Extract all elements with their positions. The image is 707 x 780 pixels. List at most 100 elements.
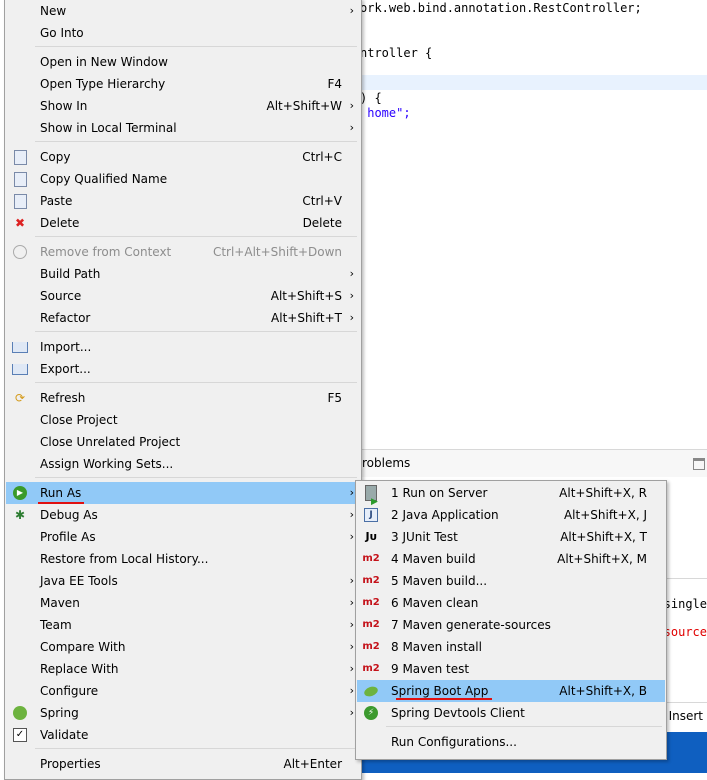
chevron-right-icon: › xyxy=(349,311,354,324)
menu-item-label: Team xyxy=(40,618,72,632)
menu-item-label: Validate xyxy=(40,728,89,742)
spring-icon xyxy=(12,705,28,721)
problems-tab[interactable]: roblems xyxy=(360,449,707,477)
run-as-item-label: 8 Maven install xyxy=(391,640,482,654)
menu-item-label: Build Path xyxy=(40,267,101,281)
menu-item-replace-with[interactable]: Replace With › xyxy=(6,658,360,680)
menu-item-shortcut: Ctrl+V xyxy=(302,194,342,208)
spring-boot-annotation-underline xyxy=(396,698,492,700)
run-as-item-5-maven-build[interactable]: m2 5 Maven build... xyxy=(357,570,665,592)
menu-item-label: Refactor xyxy=(40,311,91,325)
chevron-right-icon: › xyxy=(349,640,354,653)
menu-item-close-unrelated-project[interactable]: Close Unrelated Project xyxy=(6,431,360,453)
menu-item-open-in-new-window[interactable]: Open in New Window xyxy=(6,51,360,73)
validate-icon: ✓ xyxy=(12,727,28,743)
run-as-item-3-junit-test[interactable]: Jᴜ 3 JUnit Test Alt+Shift+X, T xyxy=(357,526,665,548)
export-icon xyxy=(12,361,28,377)
copy-icon xyxy=(12,149,28,165)
run-as-item-4-maven-build[interactable]: m2 4 Maven build Alt+Shift+X, M xyxy=(357,548,665,570)
menu-item-label: Delete xyxy=(40,216,80,230)
run-as-item-6-maven-clean[interactable]: m2 6 Maven clean xyxy=(357,592,665,614)
menu-item-java-ee-tools[interactable]: Java EE Tools › xyxy=(6,570,360,592)
run-as-item-shortcut: Alt+Shift+X, J xyxy=(563,508,647,522)
delete-icon: ✖ xyxy=(14,216,26,230)
menu-item-import[interactable]: Import... xyxy=(6,336,360,358)
run-as-item-2-java-application[interactable]: J 2 Java Application Alt+Shift+X, J xyxy=(357,504,665,526)
menu-item-source[interactable]: Source Alt+Shift+S › xyxy=(6,285,360,307)
java-app-icon: J xyxy=(363,507,379,523)
run-as-item-label: 2 Java Application xyxy=(391,508,499,522)
menu-separator xyxy=(35,477,357,478)
run-as-item-label: 7 Maven generate-sources xyxy=(391,618,551,632)
menu-separator xyxy=(35,141,357,142)
menu-item-shortcut: F4 xyxy=(327,77,342,91)
spring-devtools-icon: ⚡ xyxy=(363,705,379,721)
menu-item-maven[interactable]: Maven › xyxy=(6,592,360,614)
menu-item-label: Copy xyxy=(40,150,71,164)
menu-item-run-as[interactable]: ▶ Run As › xyxy=(6,482,360,504)
maven-icon: m2 xyxy=(362,553,380,564)
menu-item-shortcut: Alt+Shift+T xyxy=(271,311,342,325)
menu-item-restore-from-local-history[interactable]: Restore from Local History... xyxy=(6,548,360,570)
menu-item-paste[interactable]: Paste Ctrl+V xyxy=(6,190,360,212)
menu-item-team[interactable]: Team › xyxy=(6,614,360,636)
menu-item-label: Close Unrelated Project xyxy=(40,435,181,449)
minimize-icon[interactable] xyxy=(693,458,705,470)
menu-item-debug-as[interactable]: ✱ Debug As › xyxy=(6,504,360,526)
menu-item-close-project[interactable]: Close Project xyxy=(6,409,360,431)
code-editor[interactable]: ork.web.bind.annotation.RestController; … xyxy=(360,0,707,440)
run-as-item-run-configurations[interactable]: Run Configurations... xyxy=(357,731,665,753)
run-as-item-7-maven-generate-sources[interactable]: m2 7 Maven generate-sources xyxy=(357,614,665,636)
menu-item-shortcut: Alt+Enter xyxy=(283,757,342,771)
menu-item-show-in-local-terminal[interactable]: Show in Local Terminal › xyxy=(6,117,360,139)
menu-item-label: Replace With xyxy=(40,662,119,676)
run-as-item-spring-devtools-client[interactable]: ⚡ Spring Devtools Client xyxy=(357,702,665,724)
chevron-right-icon: › xyxy=(349,486,354,499)
run-as-item-8-maven-install[interactable]: m2 8 Maven install xyxy=(357,636,665,658)
maven-icon: m2 xyxy=(362,663,380,674)
menu-item-compare-with[interactable]: Compare With › xyxy=(6,636,360,658)
chevron-right-icon: › xyxy=(349,121,354,134)
maven-icon: m2 xyxy=(362,597,380,608)
menu-item-new[interactable]: New › xyxy=(6,0,360,22)
menu-item-shortcut: Ctrl+C xyxy=(302,150,342,164)
menu-item-refactor[interactable]: Refactor Alt+Shift+T › xyxy=(6,307,360,329)
menu-item-properties[interactable]: Properties Alt+Enter xyxy=(6,753,360,775)
menu-item-profile-as[interactable]: Profile As › xyxy=(6,526,360,548)
menu-item-refresh[interactable]: ⟳ Refresh F5 xyxy=(6,387,360,409)
menu-item-label: Open in New Window xyxy=(40,55,168,69)
menu-item-go-into[interactable]: Go Into xyxy=(6,22,360,44)
run-as-item-1-run-on-server[interactable]: ▶ 1 Run on Server Alt+Shift+X, R xyxy=(357,482,665,507)
menu-item-assign-working-sets[interactable]: Assign Working Sets... xyxy=(6,453,360,475)
maven-icon: m2 xyxy=(362,619,380,630)
menu-item-label: Compare With xyxy=(40,640,126,654)
menu-item-show-in[interactable]: Show In Alt+Shift+W › xyxy=(6,95,360,117)
menu-item-copy-qualified-name[interactable]: Copy Qualified Name xyxy=(6,168,360,190)
menu-item-delete[interactable]: ✖ Delete Delete xyxy=(6,212,360,234)
run-as-item-shortcut: Alt+Shift+X, R xyxy=(559,486,647,500)
menu-item-remove-from-context[interactable]: Remove from Context Ctrl+Alt+Shift+Down xyxy=(6,241,360,263)
run-as-submenu: ▶ 1 Run on Server Alt+Shift+X, R J 2 Java Ap… xyxy=(355,480,667,760)
menu-item-build-path[interactable]: Build Path › xyxy=(6,263,360,285)
menu-separator xyxy=(35,46,357,47)
menu-separator xyxy=(35,236,357,237)
menu-item-label: Java EE Tools xyxy=(40,574,118,588)
chevron-right-icon: › xyxy=(349,530,354,543)
menu-item-label: Maven xyxy=(40,596,80,610)
chevron-right-icon: › xyxy=(349,706,354,719)
menu-item-label: Copy Qualified Name xyxy=(40,172,168,186)
copy-qualified-icon xyxy=(12,171,28,187)
menu-item-configure[interactable]: Configure › xyxy=(6,680,360,702)
menu-item-export[interactable]: Export... xyxy=(6,358,360,380)
server-run-icon: ▶ xyxy=(363,485,379,507)
run-as-item-9-maven-test[interactable]: m2 9 Maven test xyxy=(357,658,665,680)
menu-item-copy[interactable]: Copy Ctrl+C xyxy=(6,146,360,168)
run-as-item-label: 3 JUnit Test xyxy=(391,530,458,544)
chevron-right-icon: › xyxy=(349,684,354,697)
menu-item-validate[interactable]: ✓ Validate xyxy=(6,724,360,746)
menu-item-open-type-hierarchy[interactable]: Open Type Hierarchy F4 xyxy=(6,73,360,95)
menu-item-spring[interactable]: Spring › xyxy=(6,702,360,724)
menu-item-label: Profile As xyxy=(40,530,96,544)
project-context-menu: New › Go Into Open in New Window Open Type H… xyxy=(4,0,362,780)
menu-item-label: New xyxy=(40,4,67,18)
